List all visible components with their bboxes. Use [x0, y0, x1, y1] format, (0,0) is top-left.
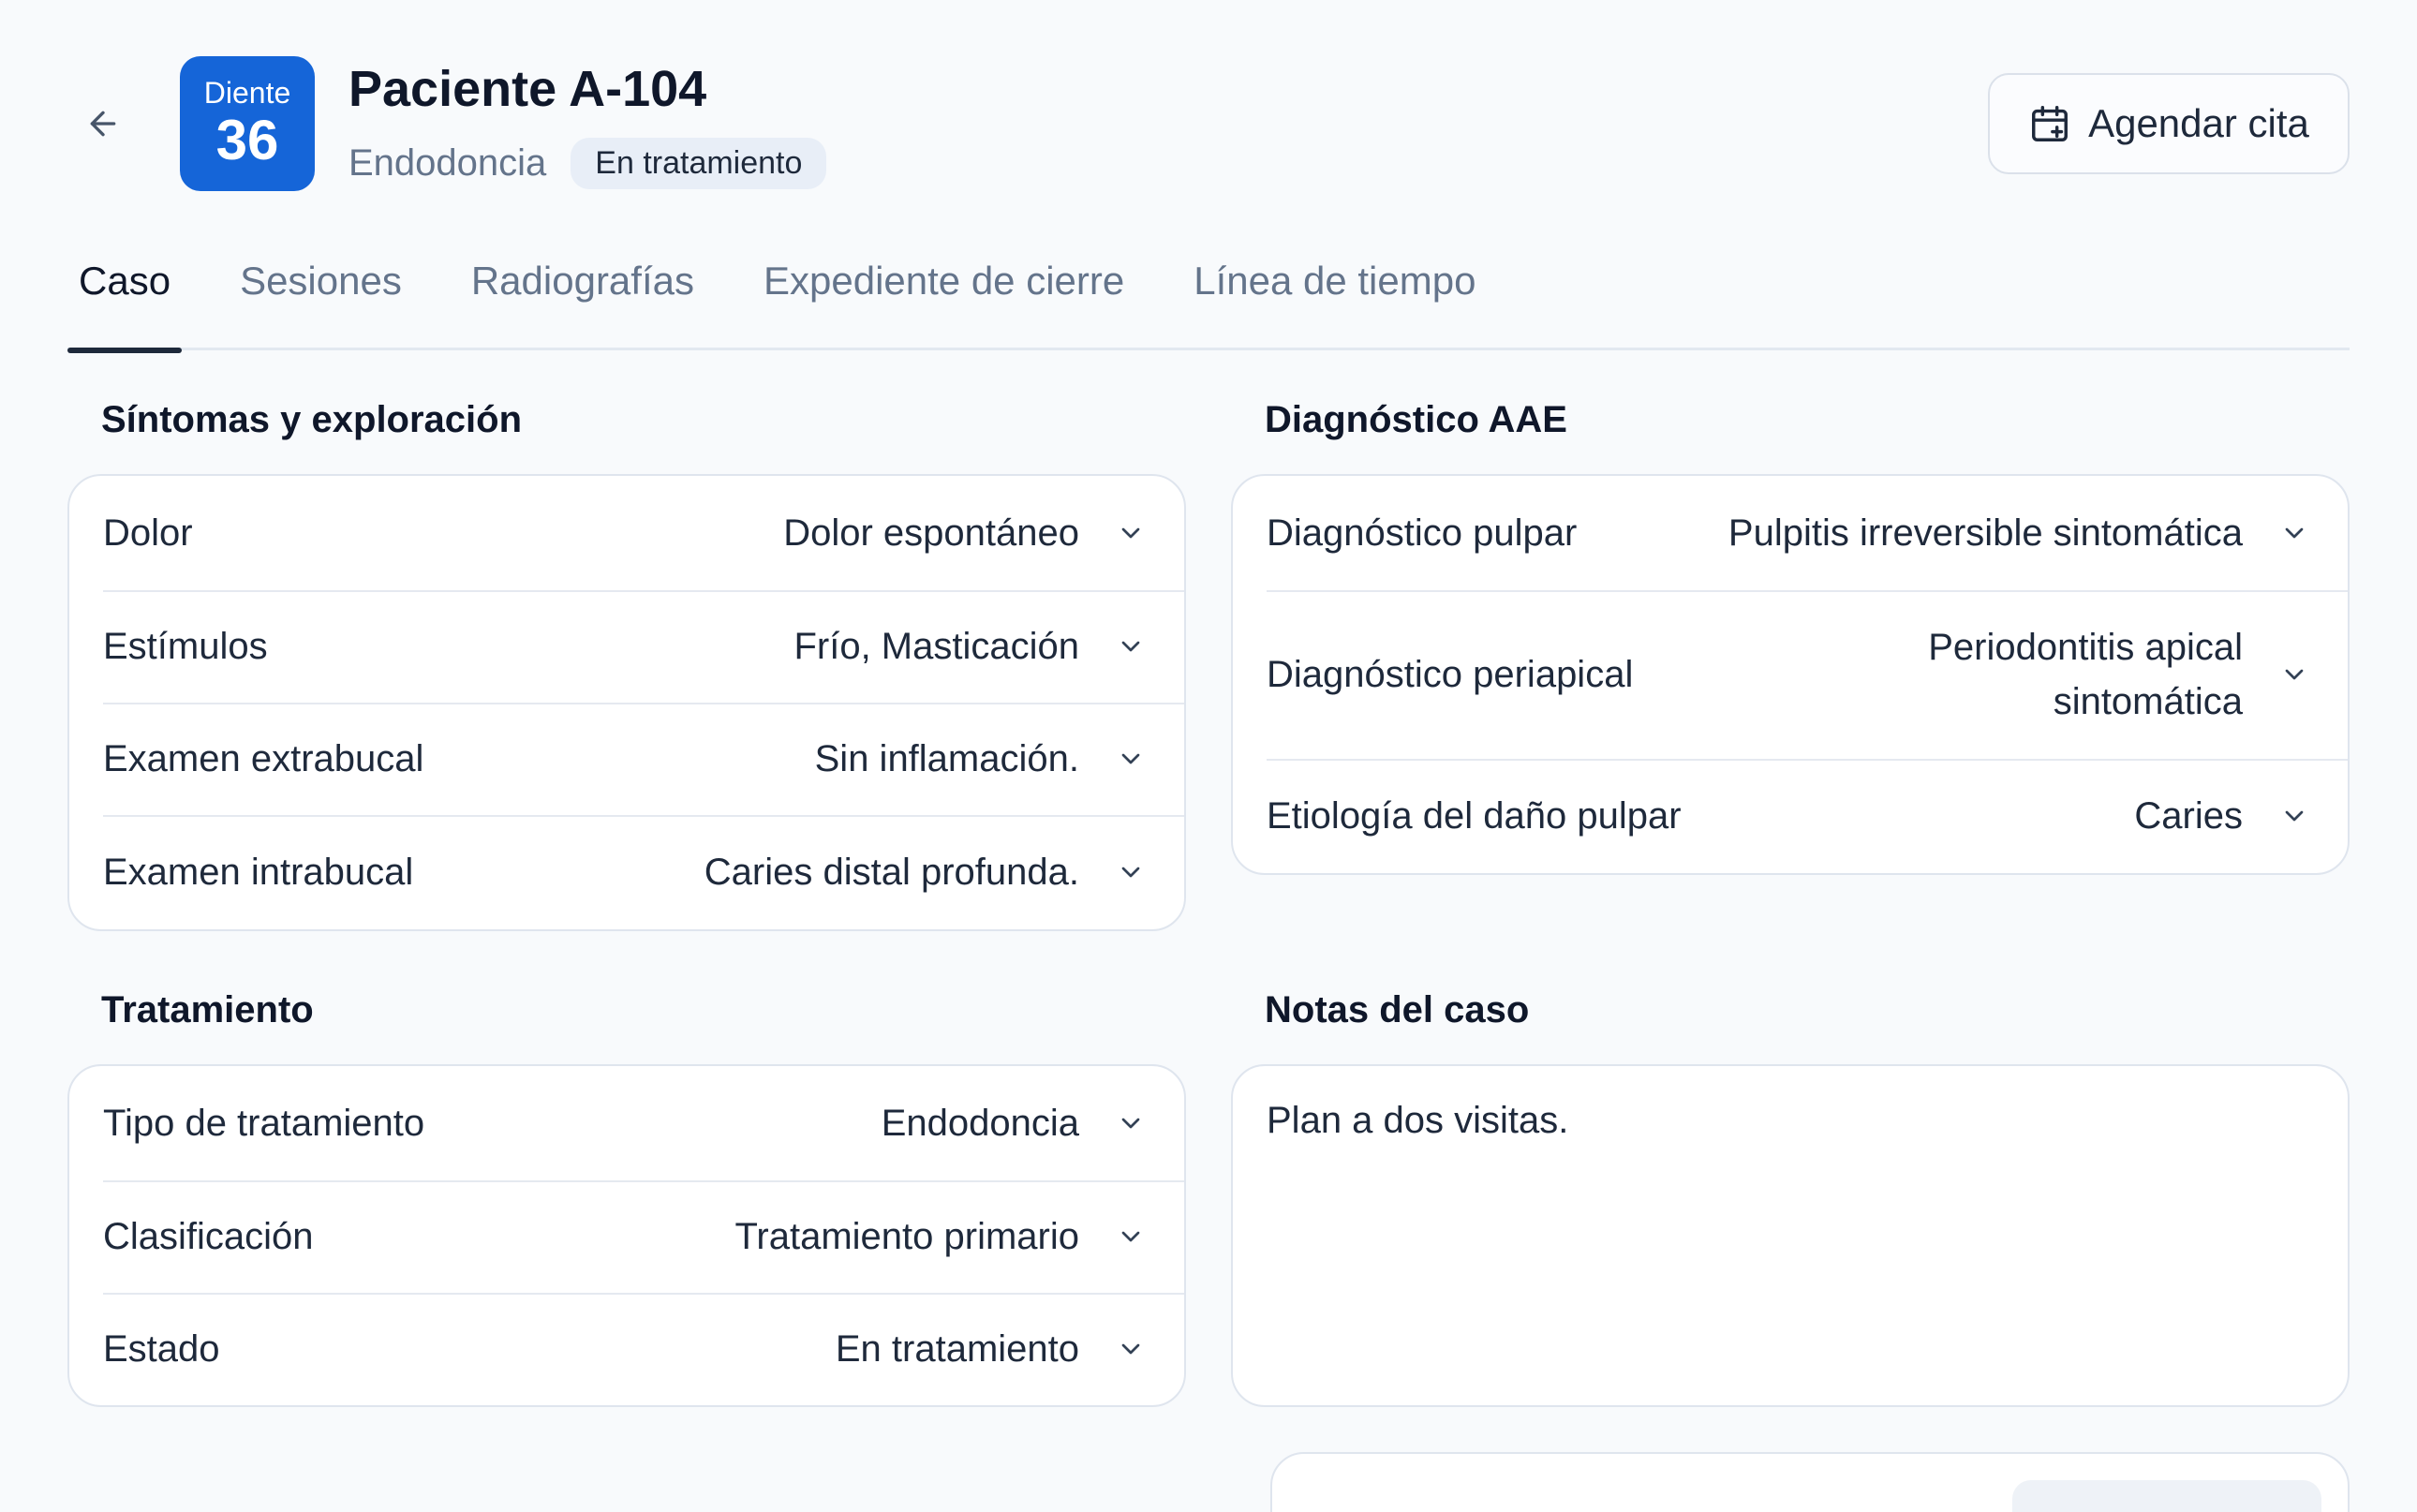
tab-bar: Caso Sesiones Radiografías Expediente de… — [67, 234, 2350, 353]
tab-radiografias[interactable]: Radiografías — [460, 234, 705, 350]
status-badge: En tratamiento — [571, 137, 827, 189]
field-row-clasificacion[interactable]: Clasificación Tratamiento primario — [69, 1180, 1184, 1293]
field-label: Etiología del daño pulpar — [1267, 794, 1682, 837]
field-value: Endodoncia — [881, 1103, 1079, 1144]
chevron-down-icon — [1115, 1107, 1147, 1139]
field-label: Examen extrabucal — [103, 737, 424, 779]
tooth-badge: Diente 36 — [180, 56, 315, 191]
schedule-button-label: Agendar cita — [2088, 101, 2309, 145]
field-value-line: Periodontitis apical — [1928, 627, 2243, 668]
schedule-appointment-button[interactable]: Agendar cita — [1988, 73, 2350, 174]
tooth-number: 36 — [215, 109, 279, 171]
case-notes-text: Plan a dos visitas. — [1267, 1100, 1569, 1141]
treatment-section-title: Tratamiento — [101, 989, 314, 1030]
tooth-badge-label: Diente — [203, 76, 291, 110]
field-value: Caries distal profunda. — [704, 852, 1079, 893]
chevron-down-icon — [1115, 1221, 1147, 1253]
tab-expediente-de-cierre[interactable]: Expediente de cierre — [752, 234, 1135, 350]
field-row-etiologia[interactable]: Etiología del daño pulpar Caries — [1233, 759, 2348, 873]
field-label: Tipo de tratamiento — [103, 1102, 425, 1144]
chevron-down-icon — [1115, 743, 1147, 775]
field-value: En tratamiento — [835, 1328, 1079, 1370]
field-row-examen-intrabucal[interactable]: Examen intrabucal Caries distal profunda… — [69, 815, 1184, 929]
symptoms-card: Dolor Dolor espontáneo Estímulos Frío, M… — [67, 474, 1186, 931]
chevron-down-icon — [1115, 1333, 1147, 1365]
chevron-down-icon — [2278, 517, 2310, 549]
field-label: Dolor — [103, 511, 193, 554]
field-label: Clasificación — [103, 1215, 314, 1257]
bottom-card — [1270, 1452, 2350, 1512]
chevron-down-icon — [1115, 630, 1147, 662]
back-button[interactable] — [77, 97, 129, 150]
tab-sesiones[interactable]: Sesiones — [229, 234, 413, 350]
diagnosis-card: Diagnóstico pulpar Pulpitis irreversible… — [1231, 474, 2350, 875]
field-row-tipo-de-tratamiento[interactable]: Tipo de tratamiento Endodoncia — [69, 1066, 1184, 1180]
field-row-diagnostico-periapical[interactable]: Diagnóstico periapical Periodontitis api… — [1233, 590, 2348, 759]
bottom-card-button[interactable] — [2012, 1480, 2321, 1512]
field-value: Tratamiento primario — [734, 1216, 1079, 1257]
chevron-down-icon — [2278, 800, 2310, 832]
field-value: Pulpitis irreversible sintomática — [1727, 512, 2243, 554]
field-label: Diagnóstico pulpar — [1267, 511, 1578, 554]
field-label: Examen intrabucal — [103, 851, 414, 893]
calendar-plus-icon — [2032, 106, 2069, 141]
patient-subtitle: Endodoncia En tratamiento — [348, 135, 827, 191]
tab-caso[interactable]: Caso — [67, 234, 183, 353]
case-page: Diente 36 Paciente A-104 Endodoncia En t… — [0, 0, 2417, 1512]
chevron-down-icon — [1115, 856, 1147, 888]
field-value: Periodontitis apical sintomática — [1928, 620, 2243, 729]
page-title: Paciente A-104 — [348, 61, 707, 117]
field-value: Caries — [2134, 795, 2243, 837]
diagnosis-section-title: Diagnóstico AAE — [1265, 399, 1567, 440]
specialty-label: Endodoncia — [348, 141, 547, 184]
field-value: Dolor espontáneo — [783, 512, 1079, 554]
field-row-dolor[interactable]: Dolor Dolor espontáneo — [69, 476, 1184, 590]
arrow-left-icon — [90, 111, 116, 137]
chevron-down-icon — [1115, 517, 1147, 549]
notes-section-title: Notas del caso — [1265, 989, 1530, 1030]
field-label: Estímulos — [103, 625, 268, 667]
field-value: Sin inflamación. — [814, 738, 1079, 779]
tab-linea-de-tiempo[interactable]: Línea de tiempo — [1182, 234, 1487, 350]
field-value-line: sintomática — [2053, 681, 2243, 722]
case-notes-textarea[interactable]: Plan a dos visitas. — [1231, 1064, 2350, 1407]
treatment-card: Tipo de tratamiento Endodoncia Clasifica… — [67, 1064, 1186, 1407]
field-row-estado[interactable]: Estado En tratamiento — [69, 1293, 1184, 1405]
chevron-down-icon — [2278, 659, 2310, 690]
field-row-diagnostico-pulpar[interactable]: Diagnóstico pulpar Pulpitis irreversible… — [1233, 476, 2348, 590]
symptoms-section-title: Síntomas y exploración — [101, 399, 523, 440]
field-value: Frío, Masticación — [793, 626, 1079, 667]
field-row-estimulos[interactable]: Estímulos Frío, Masticación — [69, 590, 1184, 703]
field-label: Diagnóstico periapical — [1267, 653, 1634, 695]
field-row-examen-extrabucal[interactable]: Examen extrabucal Sin inflamación. — [69, 703, 1184, 815]
field-label: Estado — [103, 1327, 220, 1370]
